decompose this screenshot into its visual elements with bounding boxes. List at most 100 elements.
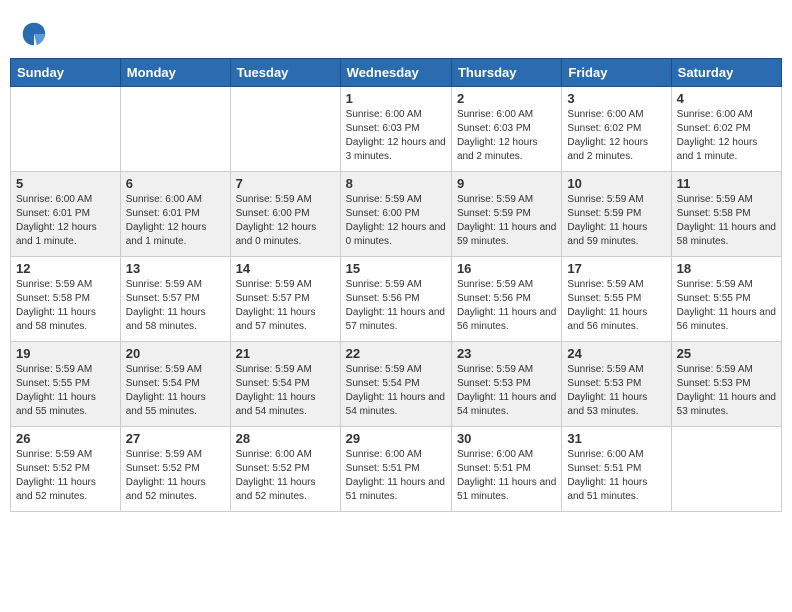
day-info: Sunrise: 5:59 AM Sunset: 5:57 PM Dayligh…	[126, 278, 225, 334]
day-header-tuesday: Tuesday	[230, 59, 340, 87]
day-number: 1	[346, 91, 446, 106]
calendar-cell	[11, 87, 121, 172]
calendar-cell: 2 Sunrise: 6:00 AM Sunset: 6:03 PM Daylig…	[451, 87, 561, 172]
day-number: 13	[126, 261, 225, 276]
day-info: Sunrise: 6:00 AM Sunset: 6:02 PM Dayligh…	[677, 108, 776, 164]
day-number: 4	[677, 91, 776, 106]
calendar-cell: 31 Sunrise: 6:00 AM Sunset: 5:51 PM Dayli…	[562, 427, 671, 512]
day-info: Sunrise: 5:59 AM Sunset: 5:57 PM Dayligh…	[236, 278, 335, 334]
calendar-cell: 26 Sunrise: 5:59 AM Sunset: 5:52 PM Dayli…	[11, 427, 121, 512]
day-info: Sunrise: 5:59 AM Sunset: 6:00 PM Dayligh…	[346, 193, 446, 249]
day-info: Sunrise: 5:59 AM Sunset: 5:53 PM Dayligh…	[457, 363, 556, 419]
day-info: Sunrise: 5:59 AM Sunset: 5:55 PM Dayligh…	[567, 278, 665, 334]
day-info: Sunrise: 5:59 AM Sunset: 5:55 PM Dayligh…	[16, 363, 115, 419]
day-info: Sunrise: 5:59 AM Sunset: 5:54 PM Dayligh…	[346, 363, 446, 419]
calendar-cell: 4 Sunrise: 6:00 AM Sunset: 6:02 PM Daylig…	[671, 87, 781, 172]
day-number: 17	[567, 261, 665, 276]
day-info: Sunrise: 5:59 AM Sunset: 5:56 PM Dayligh…	[346, 278, 446, 334]
calendar-table: SundayMondayTuesdayWednesdayThursdayFrid…	[10, 58, 782, 512]
calendar-cell: 1 Sunrise: 6:00 AM Sunset: 6:03 PM Daylig…	[340, 87, 451, 172]
day-info: Sunrise: 6:00 AM Sunset: 6:01 PM Dayligh…	[126, 193, 225, 249]
calendar-cell: 22 Sunrise: 5:59 AM Sunset: 5:54 PM Dayli…	[340, 342, 451, 427]
calendar-cell: 23 Sunrise: 5:59 AM Sunset: 5:53 PM Dayli…	[451, 342, 561, 427]
calendar-cell: 18Sunrise: 5:59 AM Sunset: 5:55 PM Dayli…	[671, 257, 781, 342]
day-number: 31	[567, 431, 665, 446]
calendar-cell: 7 Sunrise: 5:59 AM Sunset: 6:00 PM Daylig…	[230, 172, 340, 257]
calendar-cell: 15 Sunrise: 5:59 AM Sunset: 5:56 PM Dayli…	[340, 257, 451, 342]
calendar-cell: 11 Sunrise: 5:59 AM Sunset: 5:58 PM Dayli…	[671, 172, 781, 257]
day-header-saturday: Saturday	[671, 59, 781, 87]
day-header-monday: Monday	[120, 59, 230, 87]
day-number: 11	[677, 176, 776, 191]
calendar-week-row: 1 Sunrise: 6:00 AM Sunset: 6:03 PM Daylig…	[11, 87, 782, 172]
day-number: 15	[346, 261, 446, 276]
calendar-week-row: 5 Sunrise: 6:00 AM Sunset: 6:01 PM Daylig…	[11, 172, 782, 257]
day-number: 14	[236, 261, 335, 276]
calendar-week-row: 19 Sunrise: 5:59 AM Sunset: 5:55 PM Dayli…	[11, 342, 782, 427]
day-info: Sunrise: 5:59 AM Sunset: 5:52 PM Dayligh…	[126, 448, 225, 504]
logo-icon	[20, 20, 48, 48]
day-number: 8	[346, 176, 446, 191]
calendar-cell: 10 Sunrise: 5:59 AM Sunset: 5:59 PM Dayli…	[562, 172, 671, 257]
calendar-week-row: 12Sunrise: 5:59 AM Sunset: 5:58 PM Dayli…	[11, 257, 782, 342]
day-number: 22	[346, 346, 446, 361]
day-number: 27	[126, 431, 225, 446]
day-header-friday: Friday	[562, 59, 671, 87]
day-info: Sunrise: 5:59 AM Sunset: 5:56 PM Dayligh…	[457, 278, 556, 334]
day-header-wednesday: Wednesday	[340, 59, 451, 87]
calendar-cell: 16Sunrise: 5:59 AM Sunset: 5:56 PM Dayli…	[451, 257, 561, 342]
calendar-cell: 28 Sunrise: 6:00 AM Sunset: 5:52 PM Dayli…	[230, 427, 340, 512]
day-number: 10	[567, 176, 665, 191]
day-info: Sunrise: 6:00 AM Sunset: 5:51 PM Dayligh…	[346, 448, 446, 504]
calendar-cell: 6 Sunrise: 6:00 AM Sunset: 6:01 PM Daylig…	[120, 172, 230, 257]
day-info: Sunrise: 5:59 AM Sunset: 5:59 PM Dayligh…	[567, 193, 665, 249]
day-header-sunday: Sunday	[11, 59, 121, 87]
day-info: Sunrise: 5:59 AM Sunset: 5:59 PM Dayligh…	[457, 193, 556, 249]
day-info: Sunrise: 6:00 AM Sunset: 5:52 PM Dayligh…	[236, 448, 335, 504]
day-info: Sunrise: 5:59 AM Sunset: 6:00 PM Dayligh…	[236, 193, 335, 249]
day-number: 12	[16, 261, 115, 276]
day-number: 28	[236, 431, 335, 446]
day-number: 21	[236, 346, 335, 361]
day-number: 26	[16, 431, 115, 446]
calendar-cell: 12Sunrise: 5:59 AM Sunset: 5:58 PM Dayli…	[11, 257, 121, 342]
day-number: 29	[346, 431, 446, 446]
day-info: Sunrise: 5:59 AM Sunset: 5:54 PM Dayligh…	[236, 363, 335, 419]
calendar-cell: 24Sunrise: 5:59 AM Sunset: 5:53 PM Dayli…	[562, 342, 671, 427]
day-info: Sunrise: 6:00 AM Sunset: 6:03 PM Dayligh…	[346, 108, 446, 164]
day-number: 24	[567, 346, 665, 361]
day-info: Sunrise: 5:59 AM Sunset: 5:53 PM Dayligh…	[677, 363, 776, 419]
day-header-thursday: Thursday	[451, 59, 561, 87]
calendar-cell: 5 Sunrise: 6:00 AM Sunset: 6:01 PM Daylig…	[11, 172, 121, 257]
day-number: 6	[126, 176, 225, 191]
page-header	[10, 10, 782, 53]
day-number: 30	[457, 431, 556, 446]
day-info: Sunrise: 5:59 AM Sunset: 5:58 PM Dayligh…	[677, 193, 776, 249]
day-info: Sunrise: 6:00 AM Sunset: 6:01 PM Dayligh…	[16, 193, 115, 249]
day-info: Sunrise: 5:59 AM Sunset: 5:54 PM Dayligh…	[126, 363, 225, 419]
calendar-cell: 27 Sunrise: 5:59 AM Sunset: 5:52 PM Dayli…	[120, 427, 230, 512]
calendar-cell: 19 Sunrise: 5:59 AM Sunset: 5:55 PM Dayli…	[11, 342, 121, 427]
calendar-cell: 30Sunrise: 6:00 AM Sunset: 5:51 PM Dayli…	[451, 427, 561, 512]
calendar-cell: 14 Sunrise: 5:59 AM Sunset: 5:57 PM Dayli…	[230, 257, 340, 342]
day-number: 5	[16, 176, 115, 191]
calendar-cell: 21 Sunrise: 5:59 AM Sunset: 5:54 PM Dayli…	[230, 342, 340, 427]
calendar-cell: 17 Sunrise: 5:59 AM Sunset: 5:55 PM Dayli…	[562, 257, 671, 342]
day-number: 25	[677, 346, 776, 361]
calendar-cell: 25 Sunrise: 5:59 AM Sunset: 5:53 PM Dayli…	[671, 342, 781, 427]
day-number: 19	[16, 346, 115, 361]
day-number: 7	[236, 176, 335, 191]
day-info: Sunrise: 6:00 AM Sunset: 5:51 PM Dayligh…	[567, 448, 665, 504]
day-info: Sunrise: 5:59 AM Sunset: 5:52 PM Dayligh…	[16, 448, 115, 504]
day-number: 2	[457, 91, 556, 106]
day-info: Sunrise: 6:00 AM Sunset: 6:03 PM Dayligh…	[457, 108, 556, 164]
calendar-cell: 29 Sunrise: 6:00 AM Sunset: 5:51 PM Dayli…	[340, 427, 451, 512]
day-number: 23	[457, 346, 556, 361]
day-number: 20	[126, 346, 225, 361]
day-info: Sunrise: 6:00 AM Sunset: 6:02 PM Dayligh…	[567, 108, 665, 164]
logo	[20, 20, 50, 48]
day-number: 9	[457, 176, 556, 191]
calendar-cell: 3Sunrise: 6:00 AM Sunset: 6:02 PM Daylig…	[562, 87, 671, 172]
day-info: Sunrise: 5:59 AM Sunset: 5:55 PM Dayligh…	[677, 278, 776, 334]
calendar-cell	[230, 87, 340, 172]
